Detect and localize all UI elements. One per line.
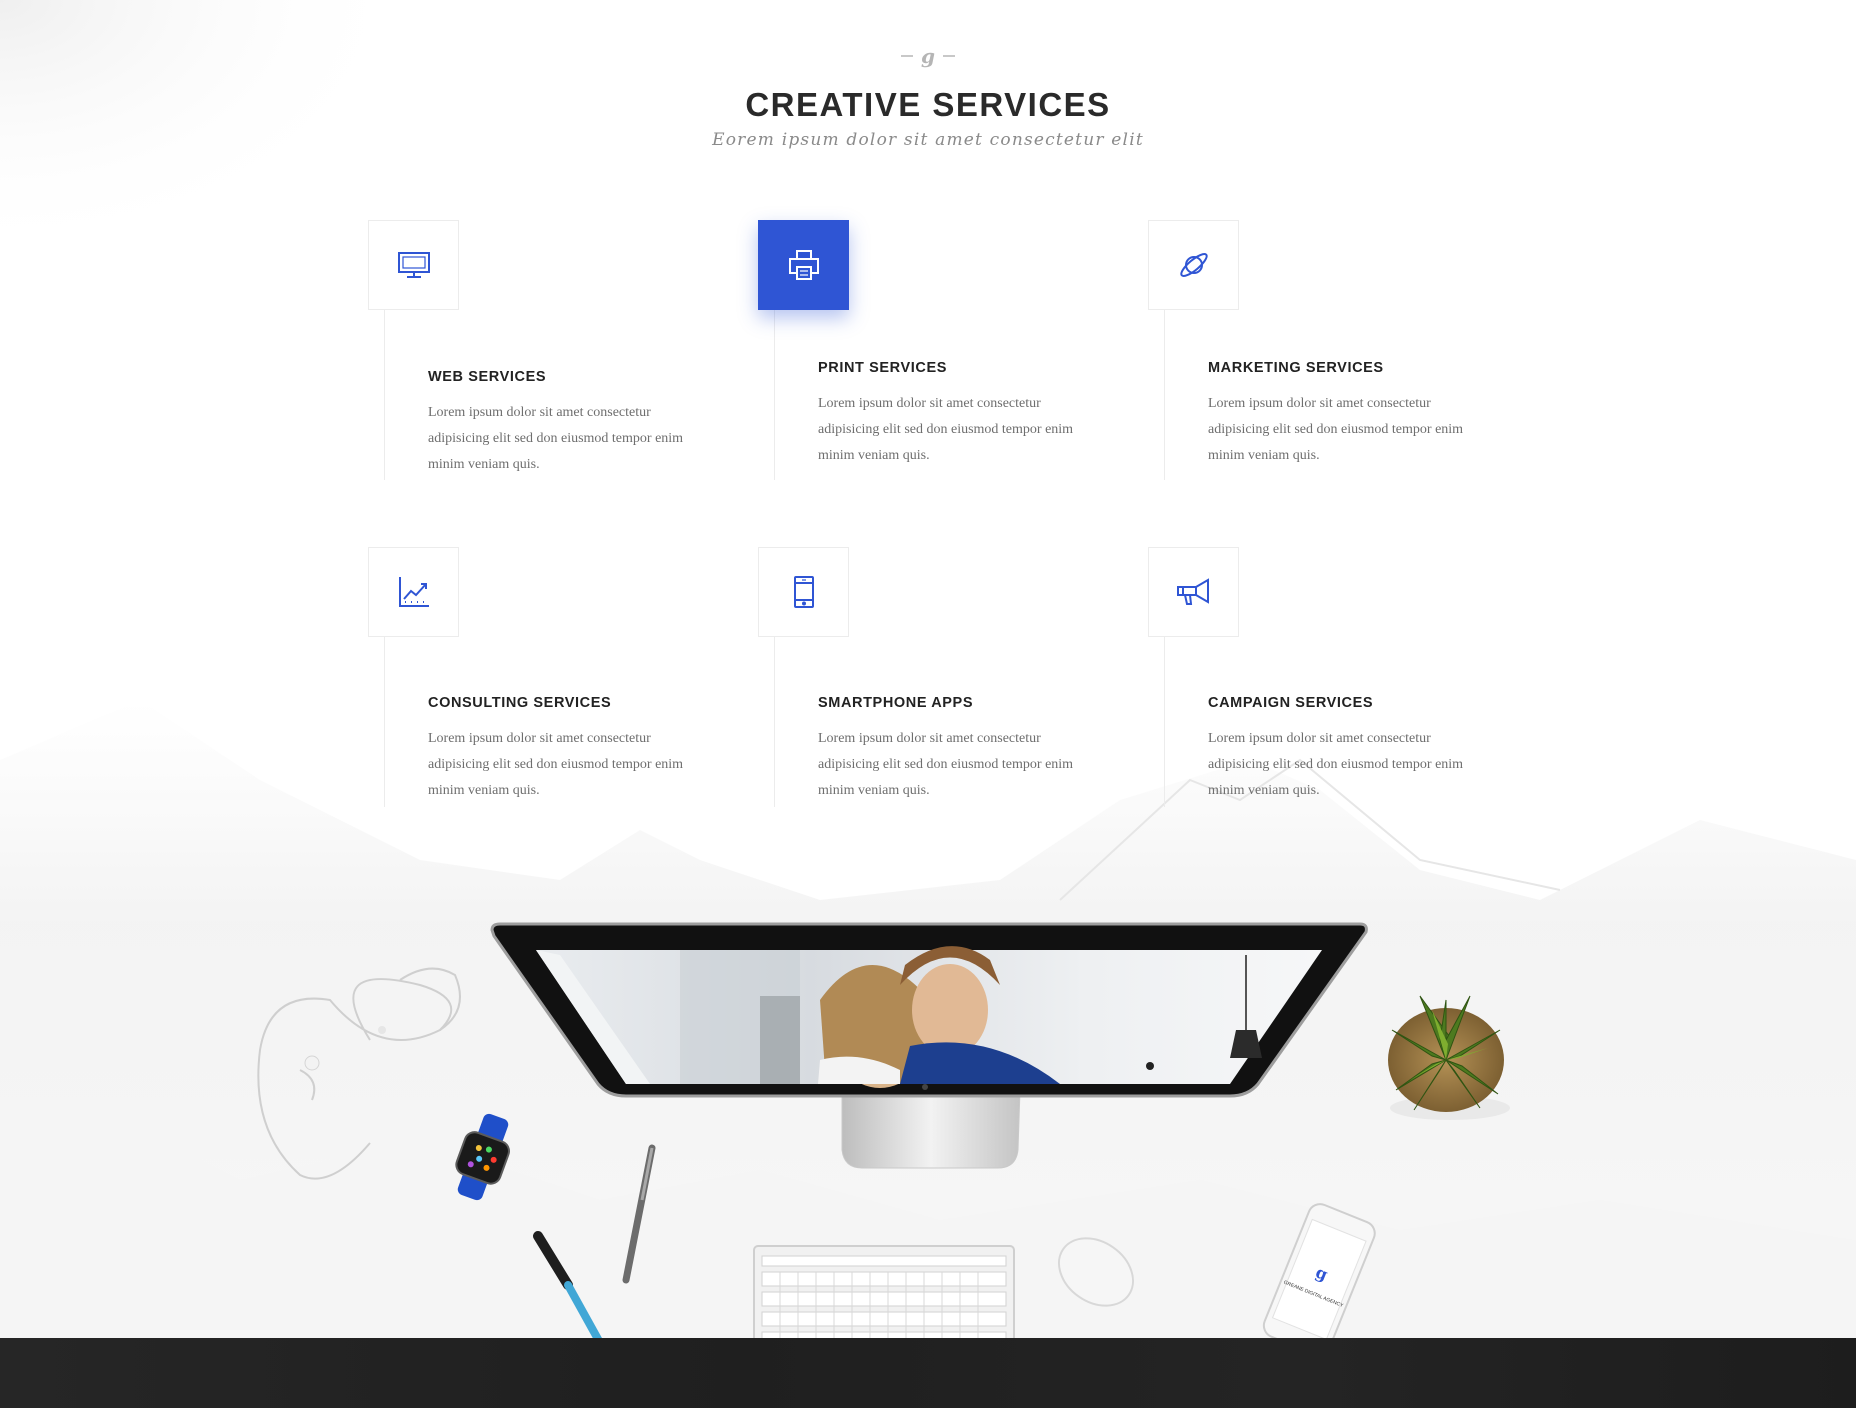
service-description: Lorem ipsum dolor sit amet consectetur a… [818, 731, 1074, 798]
printer-icon [788, 250, 819, 280]
service-card-campaign[interactable]: CAMPAIGN SERVICES Lorem ipsum dolor sit … [1148, 547, 1508, 807]
planet-icon [1179, 253, 1208, 277]
service-title: CAMPAIGN SERVICES [1208, 695, 1374, 711]
service-card-marketing[interactable]: MARKETING SERVICES Lorem ipsum dolor sit… [1148, 220, 1508, 480]
service-card-web[interactable]: WEB SERVICES Lorem ipsum dolor sit amet … [368, 220, 728, 480]
chart-icon [398, 577, 429, 607]
service-card-consulting[interactable]: CONSULTING SERVICES Lorem ipsum dolor si… [368, 547, 728, 807]
service-icon-box-active[interactable] [758, 220, 849, 310]
service-description: Lorem ipsum dolor sit amet consectetur a… [1208, 731, 1464, 798]
service-icon-box[interactable] [758, 547, 849, 637]
workspace-mockup-image: g GREANE DIGITAL AGENCY [257, 922, 1510, 1367]
service-card-print[interactable]: PRINT SERVICES Lorem ipsum dolor sit ame… [758, 220, 1118, 480]
service-icon-box[interactable] [1148, 547, 1239, 637]
service-icon-box[interactable] [368, 220, 459, 310]
service-description: Lorem ipsum dolor sit amet consectetur a… [428, 731, 684, 798]
service-title: MARKETING SERVICES [1208, 360, 1384, 376]
megaphone-icon [1176, 578, 1209, 605]
service-description: Lorem ipsum dolor sit amet consectetur a… [428, 405, 684, 472]
service-title: WEB SERVICES [428, 369, 547, 385]
logo-glyph-icon: g [921, 44, 935, 68]
smartphone-icon [793, 576, 814, 608]
section-subtitle: Eorem ipsum dolor sit amet consectetur e… [712, 130, 1144, 150]
service-title: CONSULTING SERVICES [428, 695, 612, 711]
monitor-icon [397, 252, 430, 278]
service-icon-box[interactable] [368, 547, 459, 637]
footer-bar [0, 1338, 1856, 1408]
service-description: Lorem ipsum dolor sit amet consectetur a… [818, 396, 1074, 463]
section-header: g CREATIVE SERVICES Eorem ipsum dolor si… [0, 44, 1856, 150]
service-icon-box[interactable] [1148, 220, 1239, 310]
section-title: CREATIVE SERVICES [745, 86, 1111, 123]
service-title: PRINT SERVICES [818, 360, 947, 376]
section-ornament: g [901, 44, 955, 68]
service-description: Lorem ipsum dolor sit amet consectetur a… [1208, 396, 1464, 463]
service-card-smartphone[interactable]: SMARTPHONE APPS Lorem ipsum dolor sit am… [758, 547, 1118, 807]
service-title: SMARTPHONE APPS [818, 695, 974, 711]
